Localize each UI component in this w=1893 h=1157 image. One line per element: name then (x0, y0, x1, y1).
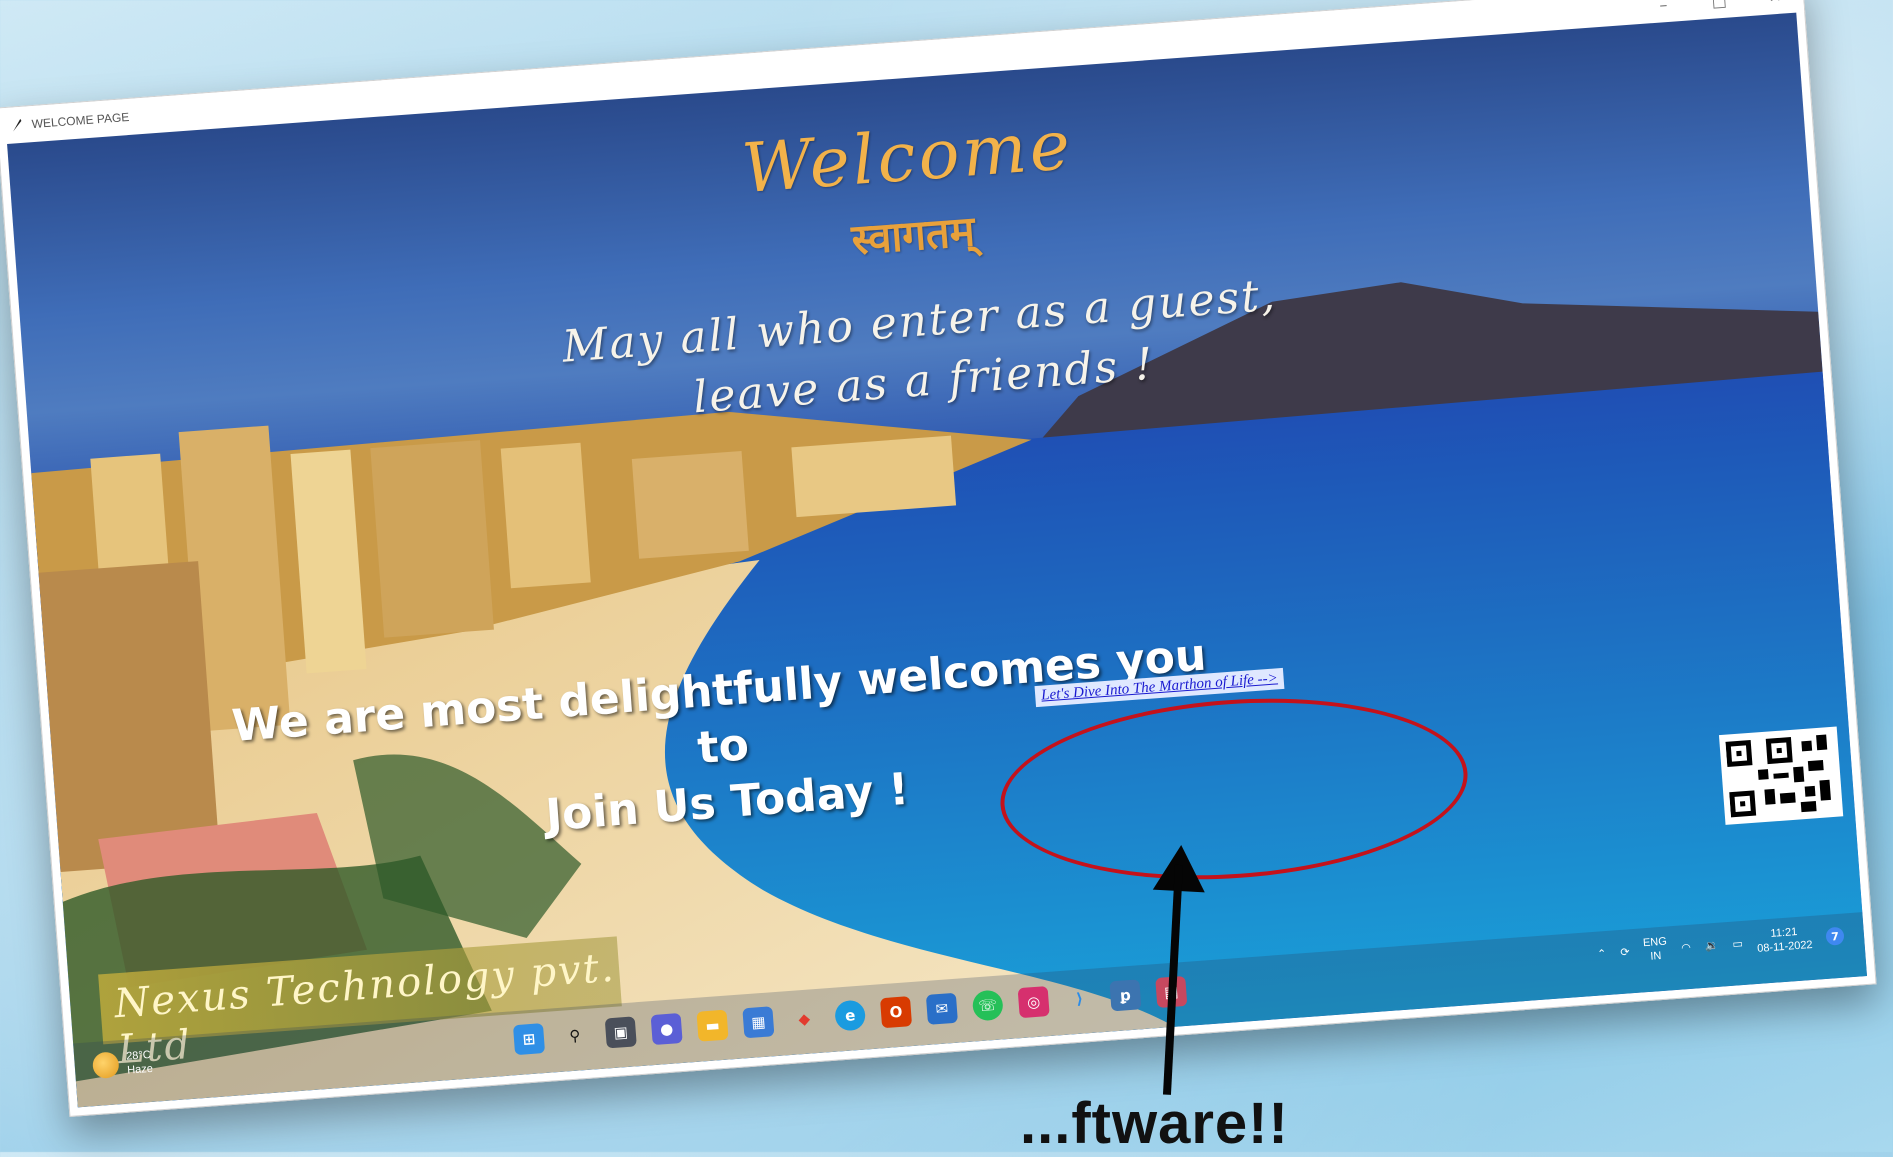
welcome-window: WELCOME PAGE – □ ✕ (0, 0, 1877, 1117)
search-icon[interactable]: ⚲ (559, 1020, 591, 1052)
windows-start-icon[interactable]: ⊞ (512, 1023, 546, 1056)
python-icon[interactable]: ꝑ (1109, 979, 1142, 1012)
wifi-icon[interactable]: ◠ (1681, 940, 1691, 954)
instagram-icon[interactable]: ◎ (1017, 986, 1050, 1019)
battery-icon[interactable]: ▭ (1732, 936, 1743, 950)
task-view-icon[interactable]: ▣ (604, 1016, 637, 1049)
volume-icon[interactable]: 🔉 (1704, 938, 1719, 952)
chevron-up-icon[interactable]: ⌃ (1597, 947, 1607, 961)
sync-icon[interactable]: ⟳ (1620, 945, 1630, 959)
chat-icon[interactable]: ● (650, 1012, 683, 1046)
browser-icon[interactable]: e (834, 999, 867, 1032)
language-indicator[interactable]: ENG IN (1642, 935, 1668, 965)
diamond-app-icon[interactable]: ◆ (788, 1003, 820, 1035)
store-icon[interactable]: ▦ (742, 1006, 775, 1039)
clock[interactable]: 11:21 08-11-2022 (1756, 924, 1813, 956)
weather-desc: Haze (126, 1062, 154, 1077)
qr-code-icon (1725, 734, 1831, 818)
vscode-icon[interactable]: ⟩ (1063, 983, 1095, 1015)
mail-icon[interactable]: ✉ (925, 992, 958, 1025)
qr-code (1718, 726, 1844, 825)
weather-sun-icon (91, 1051, 120, 1080)
feather-icon (13, 118, 22, 132)
annotation-caption: ...ftware!! (1020, 1091, 1289, 1156)
notification-badge[interactable]: 7 (1825, 926, 1845, 946)
welcome-content: Welcome स्वागतम् May all who enter as a … (7, 12, 1867, 1108)
clock-date: 08-11-2022 (1756, 938, 1814, 955)
whatsapp-icon[interactable]: ☏ (971, 989, 1004, 1022)
weather-widget[interactable]: 28°C Haze (91, 1048, 154, 1080)
office-icon[interactable]: O (879, 996, 913, 1029)
file-explorer-icon[interactable]: ▬ (696, 1009, 729, 1042)
system-tray: ⌃ ⟳ ENG IN ◠ 🔉 ▭ 11:21 08-11-2022 7 (1596, 922, 1845, 968)
window-title: WELCOME PAGE (31, 109, 130, 132)
